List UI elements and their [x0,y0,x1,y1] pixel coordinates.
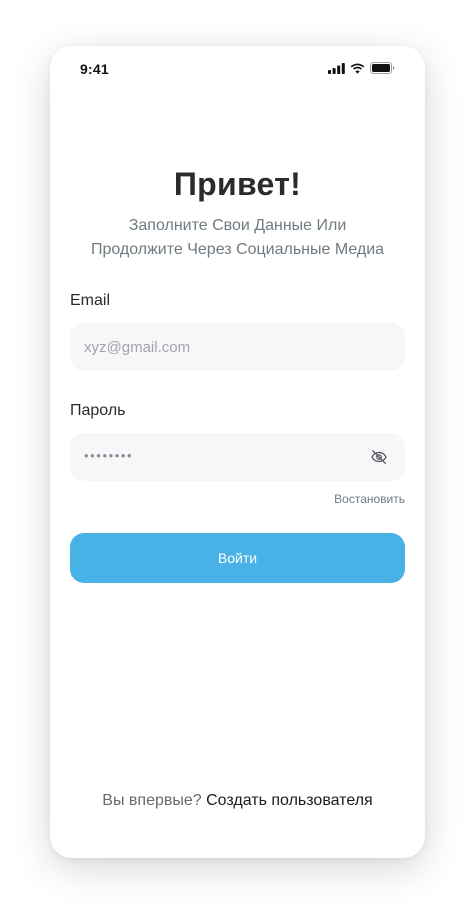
email-label: Email [70,292,111,309]
password-masked-value: •••••••• [84,448,134,463]
page-title: Привет! [173,166,302,202]
subtitle-line-2: Продолжите Через Социальные Медиа [90,241,385,258]
email-field-container [70,323,405,371]
subtitle-line-1: Заполните Свои Данные Или [128,217,347,234]
page-subtitle: Заполните Свои Данные Или Продолжите Чер… [70,214,405,262]
status-time: 9:41 [80,61,109,77]
status-bar: 9:41 [50,46,425,90]
restore-password-link[interactable]: Востановить [334,492,405,506]
login-button[interactable]: Войти [70,533,405,583]
status-icons [328,62,395,74]
battery-icon [370,62,395,74]
signup-prompt: Вы впервые? [102,792,202,809]
signal-icon [328,62,345,74]
password-label: Пароль [70,402,126,419]
email-input[interactable] [70,323,405,371]
signup-footer: Вы впервые? Создать пользователя [50,792,425,810]
create-user-link[interactable]: Создать пользователя [206,792,373,809]
password-field[interactable]: •••••••• [70,433,405,481]
phone-screen: 9:41 Привет! Заполните Свои Данные Или П… [50,46,425,858]
wifi-icon [350,63,365,74]
eye-slash-icon[interactable] [370,448,388,466]
